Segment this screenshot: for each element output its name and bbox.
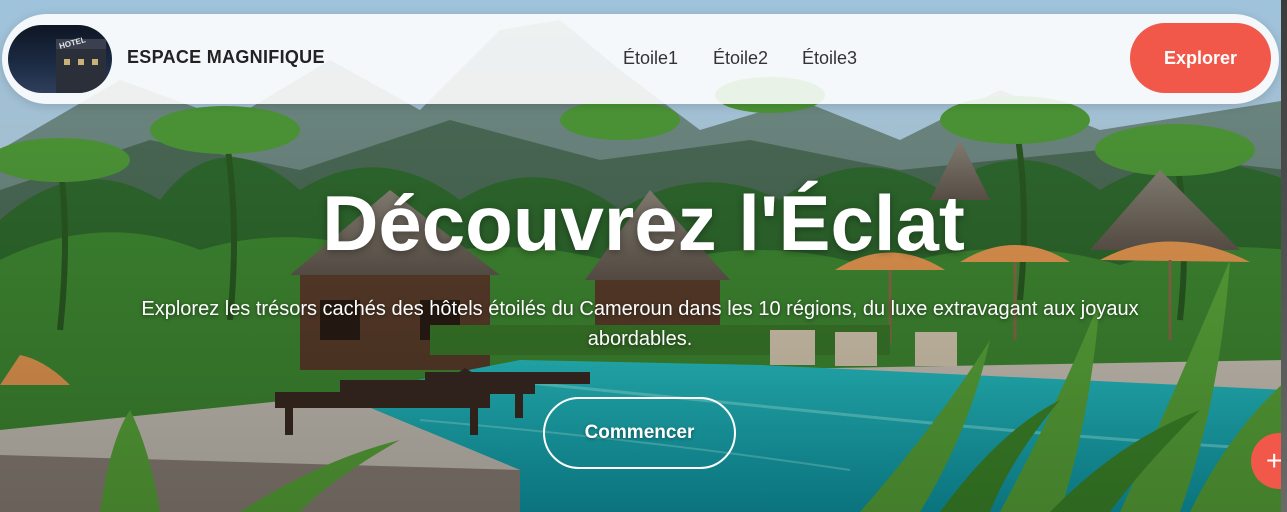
- nav-link-etoile2[interactable]: Étoile2: [713, 48, 768, 69]
- hero-subtitle: Explorez les trésors cachés des hôtels é…: [141, 298, 1139, 350]
- brand-name: ESPACE MAGNIFIQUE: [127, 47, 325, 67]
- hotel-logo[interactable]: HOTEL: [8, 25, 112, 93]
- plus-icon: +: [1266, 445, 1283, 476]
- nav-link-etoile3[interactable]: Étoile3: [802, 48, 857, 69]
- start-button[interactable]: Commencer: [543, 397, 736, 469]
- hotel-building-icon: HOTEL: [56, 35, 106, 93]
- explore-button[interactable]: Explorer: [1130, 23, 1271, 93]
- window-edge: [1281, 0, 1287, 512]
- navbar: HOTEL ESPACE MAGNIFIQUE Étoile1 Étoile2 …: [2, 14, 1279, 104]
- nav-link-etoile1[interactable]: Étoile1: [623, 48, 678, 69]
- hero-title: Découvrez l'Éclat: [322, 179, 965, 267]
